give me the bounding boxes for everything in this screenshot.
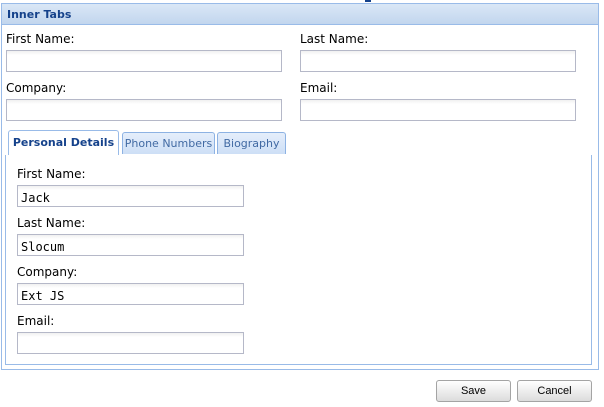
save-button[interactable]: Save — [436, 380, 511, 402]
pd-last-name-label: Last Name: — [17, 216, 86, 230]
tab-personal-details[interactable]: Personal Details — [8, 130, 119, 155]
pd-first-name-input[interactable] — [17, 185, 244, 207]
pd-first-name-label: First Name: — [17, 167, 86, 181]
tab-phone-numbers[interactable]: Phone Numbers — [122, 132, 215, 154]
company-label: Company: — [6, 81, 67, 95]
email-label: Email: — [300, 81, 338, 95]
last-name-label: Last Name: — [300, 32, 369, 46]
company-input[interactable] — [6, 99, 282, 121]
tab-biography[interactable]: Biography — [217, 132, 286, 154]
first-name-label: First Name: — [6, 32, 75, 46]
pd-company-label: Company: — [17, 265, 78, 279]
cancel-button[interactable]: Cancel — [517, 380, 592, 402]
tab-strip: Personal Details Phone Numbers Biography — [5, 129, 592, 156]
pd-last-name-input[interactable] — [17, 234, 244, 256]
panel-title: Inner Tabs — [2, 4, 598, 25]
last-name-input[interactable] — [300, 50, 576, 72]
first-name-input[interactable] — [6, 50, 282, 72]
title-fragment — [365, 0, 371, 2]
pd-company-input[interactable] — [17, 283, 244, 305]
pd-email-label: Email: — [17, 314, 55, 328]
pd-email-input[interactable] — [17, 332, 244, 354]
email-input[interactable] — [300, 99, 576, 121]
